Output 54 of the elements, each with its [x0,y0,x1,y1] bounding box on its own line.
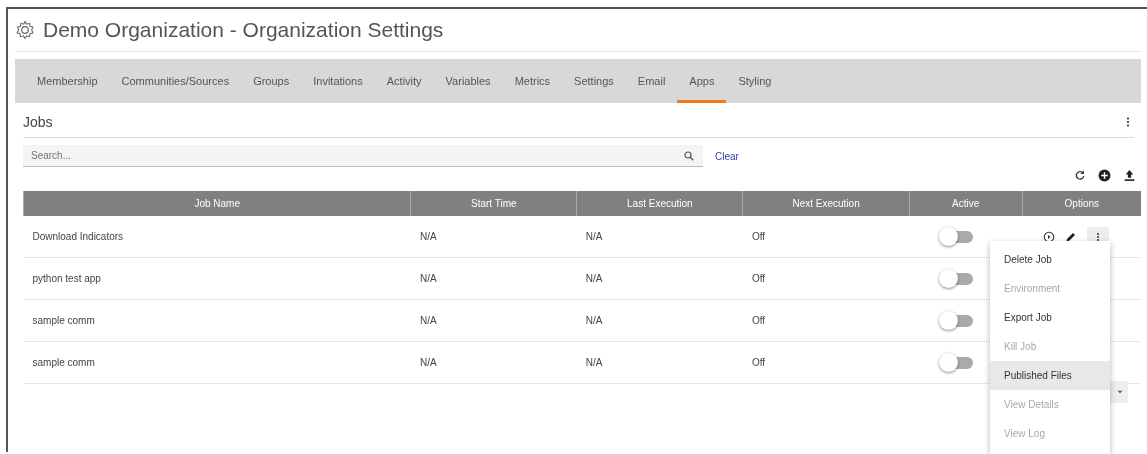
section-title: Jobs [23,114,53,130]
edit-button[interactable] [1065,230,1078,243]
column-header: Next Execution [743,191,910,216]
tab[interactable]: Membership [25,59,110,103]
column-header: Active [909,191,1023,216]
table-cell: python test app [23,257,411,300]
table-cell: N/A [410,257,577,300]
toggle-switch[interactable] [939,271,974,286]
table-cell: Off [743,299,910,342]
play-icon [1043,230,1056,243]
pencil-icon [1065,230,1078,243]
tab[interactable]: Metrics [502,59,563,103]
search-field[interactable]: Search... [23,145,703,167]
column-header: Last Execution [576,191,743,216]
tab[interactable]: Apps [677,59,727,103]
table-cell: Off [743,257,910,300]
tab[interactable]: Settings [562,59,626,103]
upload-icon[interactable] [1123,169,1136,182]
table-cell: N/A [410,216,577,258]
caret-icon [1116,388,1124,396]
tab[interactable]: Email [625,59,678,103]
table-cell: Download Indicators [23,216,411,258]
table-cell: N/A [410,299,577,342]
table-cell: N/A [576,299,743,342]
add-icon[interactable] [1098,169,1111,182]
column-header: Start Time [410,191,577,216]
table-cell: N/A [410,341,577,384]
toggle-switch[interactable] [939,355,974,370]
table-cell: N/A [576,341,743,384]
table-cell: Off [743,341,910,384]
gear-icon [15,20,35,40]
toggle-switch[interactable] [939,229,974,244]
tab[interactable]: Activity [374,59,434,103]
column-header: Job Name [23,191,411,216]
play-button[interactable] [1043,230,1056,243]
clear-link[interactable]: Clear [715,150,739,162]
table-cell: N/A [576,216,743,258]
menu-item[interactable]: Published Files [990,361,1110,390]
table-cell: sample comm [23,341,411,384]
tab[interactable]: Variables [433,59,503,103]
table-cell: N/A [576,257,743,300]
page-title: Demo Organization - Organization Settings [43,18,444,42]
tab[interactable]: Communities/Sources [109,59,242,103]
refresh-icon[interactable] [1074,169,1086,181]
tab[interactable]: Invitations [301,59,375,103]
menu-item[interactable]: Export Job [990,303,1110,332]
column-header: Options [1022,191,1141,216]
search-icon [683,150,695,162]
menu-item[interactable]: Delete Job [990,245,1110,274]
table-cell: Off [743,216,910,258]
table-cell: sample comm [23,299,411,342]
tab[interactable]: Groups [241,59,302,103]
tab[interactable]: Styling [726,59,784,103]
toggle-switch[interactable] [939,313,974,328]
